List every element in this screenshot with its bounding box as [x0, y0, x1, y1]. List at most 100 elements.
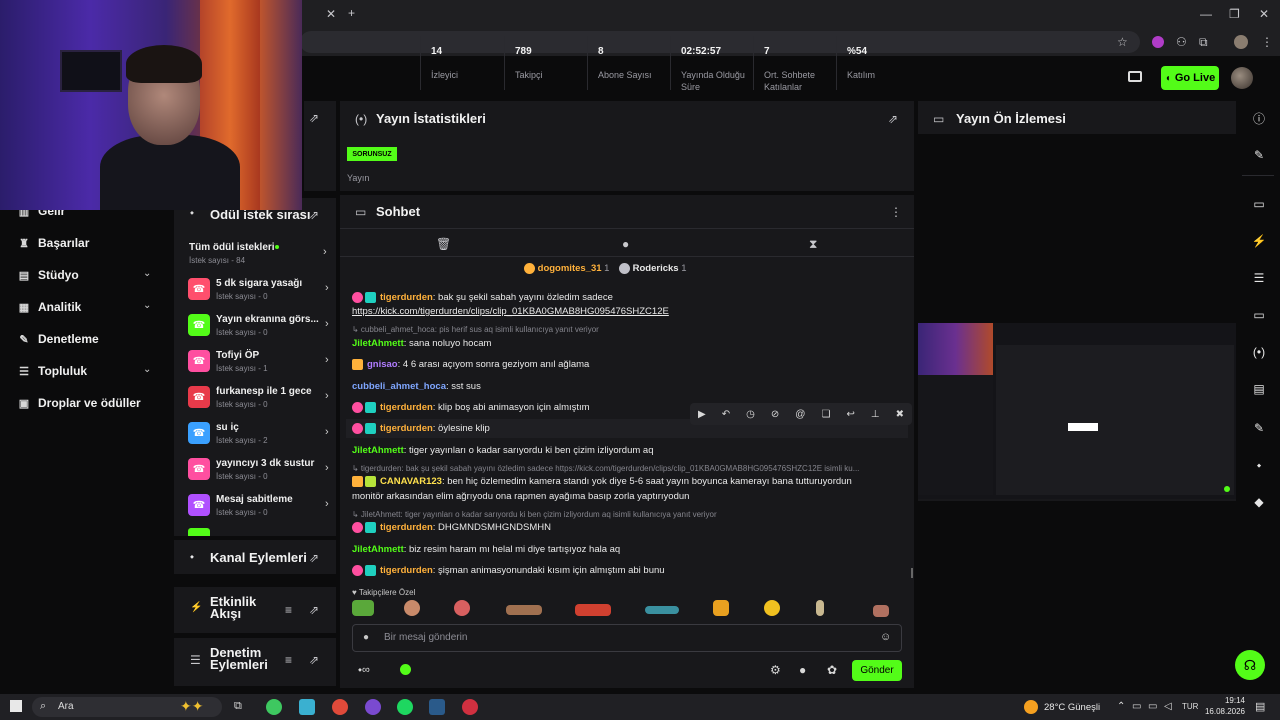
weather-label[interactable]: 28°C Güneşli [1044, 702, 1100, 713]
chat-username[interactable]: tigerdurden [380, 402, 433, 413]
close-window-button[interactable]: ✕ [1259, 7, 1269, 21]
chevron-down-icon[interactable]: ⌄ [143, 300, 151, 311]
popout-icon[interactable]: ⇗ [309, 551, 319, 565]
chat-panel-icon[interactable]: ▭ [1247, 303, 1271, 327]
reward-item[interactable]: ☎ Yayın ekranına görs... İstek sayısı - 0 › [188, 312, 333, 342]
wrench-icon[interactable]: ✎ [1247, 416, 1271, 440]
filter-icon[interactable]: ≡ [285, 653, 292, 667]
chat-username[interactable]: JiletAhmett [352, 445, 404, 456]
close-tab-icon[interactable]: ✕ [326, 7, 336, 21]
nav-item-analytics[interactable]: ▦ Analitik [18, 300, 82, 314]
broadcast-icon[interactable]: (•) [1247, 340, 1271, 364]
clock-time[interactable]: 19:14 [1205, 696, 1245, 705]
chat-username[interactable]: tigerdurden [380, 522, 433, 533]
mute-icon[interactable]: ⊘ [771, 409, 779, 420]
emote[interactable] [645, 606, 679, 614]
chat-link[interactable]: https://kick.com/tigerdurden/clips/clip_… [352, 305, 669, 318]
popout-icon[interactable]: ⇗ [888, 112, 898, 126]
tray-icon[interactable]: ▭ [1132, 701, 1141, 712]
profile-avatar[interactable] [1234, 35, 1248, 49]
popout-icon[interactable]: ⇗ [309, 603, 319, 617]
chat-bubble-icon[interactable]: ● [622, 237, 629, 251]
reward-item[interactable]: ☎ furkanesp ile 1 gece İstek sayısı - 0 › [188, 384, 333, 414]
volume-icon[interactable]: ◁ [1164, 701, 1172, 712]
send-button[interactable]: Gönder [852, 660, 902, 681]
stream-preview-video[interactable] [918, 323, 1236, 499]
theater-mode-icon[interactable] [1128, 71, 1142, 82]
clock-date[interactable]: 16.08.2026 [1199, 707, 1245, 716]
chat-settings-icon[interactable]: ● [799, 663, 806, 677]
emote[interactable] [713, 600, 729, 616]
filter-icon[interactable]: ≡ [285, 603, 292, 617]
clock-icon[interactable]: ◷ [746, 409, 755, 420]
community-goal-icon[interactable]: ⬩∞ [358, 664, 370, 677]
reward-icon[interactable]: ✿ [827, 663, 837, 677]
kick-icon[interactable] [400, 664, 411, 675]
chrome-icon[interactable] [332, 699, 348, 715]
nav-item-achievements[interactable]: ♜ Başarılar [18, 236, 89, 250]
nav-item-moderation[interactable]: ✎ Denetleme [18, 332, 98, 346]
nav-item-studio[interactable]: ▤ Stüdyo [18, 268, 79, 282]
reply-icon[interactable]: ↶ [722, 409, 730, 420]
chat-scrollbar[interactable] [911, 568, 913, 578]
lightning-icon[interactable]: ⚡ [1247, 229, 1271, 253]
emoji-icon[interactable]: ☺ [880, 631, 891, 643]
pin-icon[interactable]: ⊥ [871, 409, 880, 420]
popout-icon[interactable]: ⇗ [309, 653, 319, 667]
taskbar-app-icon[interactable] [266, 699, 282, 715]
emote[interactable] [454, 600, 470, 616]
undo-icon[interactable]: ↩ [846, 409, 854, 420]
reward-item[interactable]: ☎ Tofiyi ÖP İstek sayısı - 1 › [188, 348, 333, 378]
emote[interactable] [873, 605, 889, 617]
settings-gear-icon[interactable]: ⚙ [770, 663, 781, 677]
user-avatar[interactable] [1231, 67, 1253, 89]
chat-username[interactable]: tigerdurden [380, 292, 433, 303]
reward-item[interactable]: ☎ Mesaj sabitleme İstek sayısı - 0 › [188, 492, 333, 522]
reward-item[interactable]: ☎ 5 dk sigara yasağı İstek sayısı - 0 › [188, 276, 333, 306]
emote[interactable] [352, 600, 374, 616]
steam-icon[interactable] [429, 699, 445, 715]
windows-start-icon[interactable] [10, 700, 22, 712]
info-icon[interactable]: ⓘ [1247, 106, 1271, 130]
chevron-down-icon[interactable]: ⌄ [143, 364, 151, 375]
emote[interactable] [575, 604, 611, 616]
hourglass-icon[interactable]: ⧗ [809, 237, 817, 251]
spotify-icon[interactable] [397, 699, 413, 715]
emote[interactable] [506, 605, 542, 615]
popout-icon[interactable]: ⇗ [309, 208, 319, 222]
puzzle-icon[interactable]: ⧉ [1199, 35, 1208, 49]
bookmark-star-icon[interactable]: ☆ [1117, 35, 1128, 49]
chat-menu-icon[interactable]: ⋮ [890, 205, 902, 219]
emote[interactable] [404, 600, 420, 616]
list-icon[interactable]: ☰ [1247, 266, 1271, 290]
chat-username[interactable]: JiletAhmett [352, 544, 404, 555]
extension-icon[interactable]: ⚇ [1176, 35, 1187, 49]
layout-icon[interactable]: ▤ [1247, 377, 1271, 401]
reward-all-requests[interactable]: Tüm ödül istekleri İstek sayısı - 84 › [189, 240, 334, 270]
network-icon[interactable]: ▭ [1148, 701, 1157, 712]
trash-icon[interactable]: 🗑 [436, 237, 451, 251]
chat-username[interactable]: JiletAhmett [352, 338, 404, 349]
new-tab-button[interactable]: + [348, 6, 355, 20]
extension-icon[interactable] [1152, 36, 1164, 48]
tray-chevron-icon[interactable]: ⌃ [1117, 701, 1125, 712]
chat-username[interactable]: cubbeli_ahmet_hoca [352, 381, 446, 392]
gift-icon[interactable]: ◆ [1247, 490, 1271, 514]
mention-icon[interactable]: @ [795, 409, 805, 420]
language-indicator[interactable]: TUR [1182, 702, 1198, 711]
maximize-button[interactable]: ❐ [1229, 7, 1240, 21]
chevron-down-icon[interactable]: ⌄ [143, 268, 151, 279]
nav-item-drops[interactable]: ▣ Droplar ve ödüller [18, 396, 141, 410]
taskbar-app-icon[interactable] [299, 699, 315, 715]
minimize-button[interactable]: — [1200, 7, 1212, 21]
community-icon[interactable]: ⬩ [1247, 453, 1271, 477]
emote[interactable] [764, 600, 780, 616]
popout-icon[interactable]: ⇗ [309, 111, 319, 125]
delete-icon[interactable]: ✖ [896, 409, 904, 420]
obs-icon[interactable] [462, 699, 478, 715]
chat-username[interactable]: tigerdurden [380, 423, 433, 434]
task-view-icon[interactable]: ⧉ [234, 700, 242, 713]
chat-username[interactable]: CANAVAR123 [380, 476, 442, 487]
chat-username[interactable]: gnisao [367, 359, 398, 370]
reward-item[interactable]: ☎ su iç İstek sayısı - 2 › [188, 420, 333, 450]
